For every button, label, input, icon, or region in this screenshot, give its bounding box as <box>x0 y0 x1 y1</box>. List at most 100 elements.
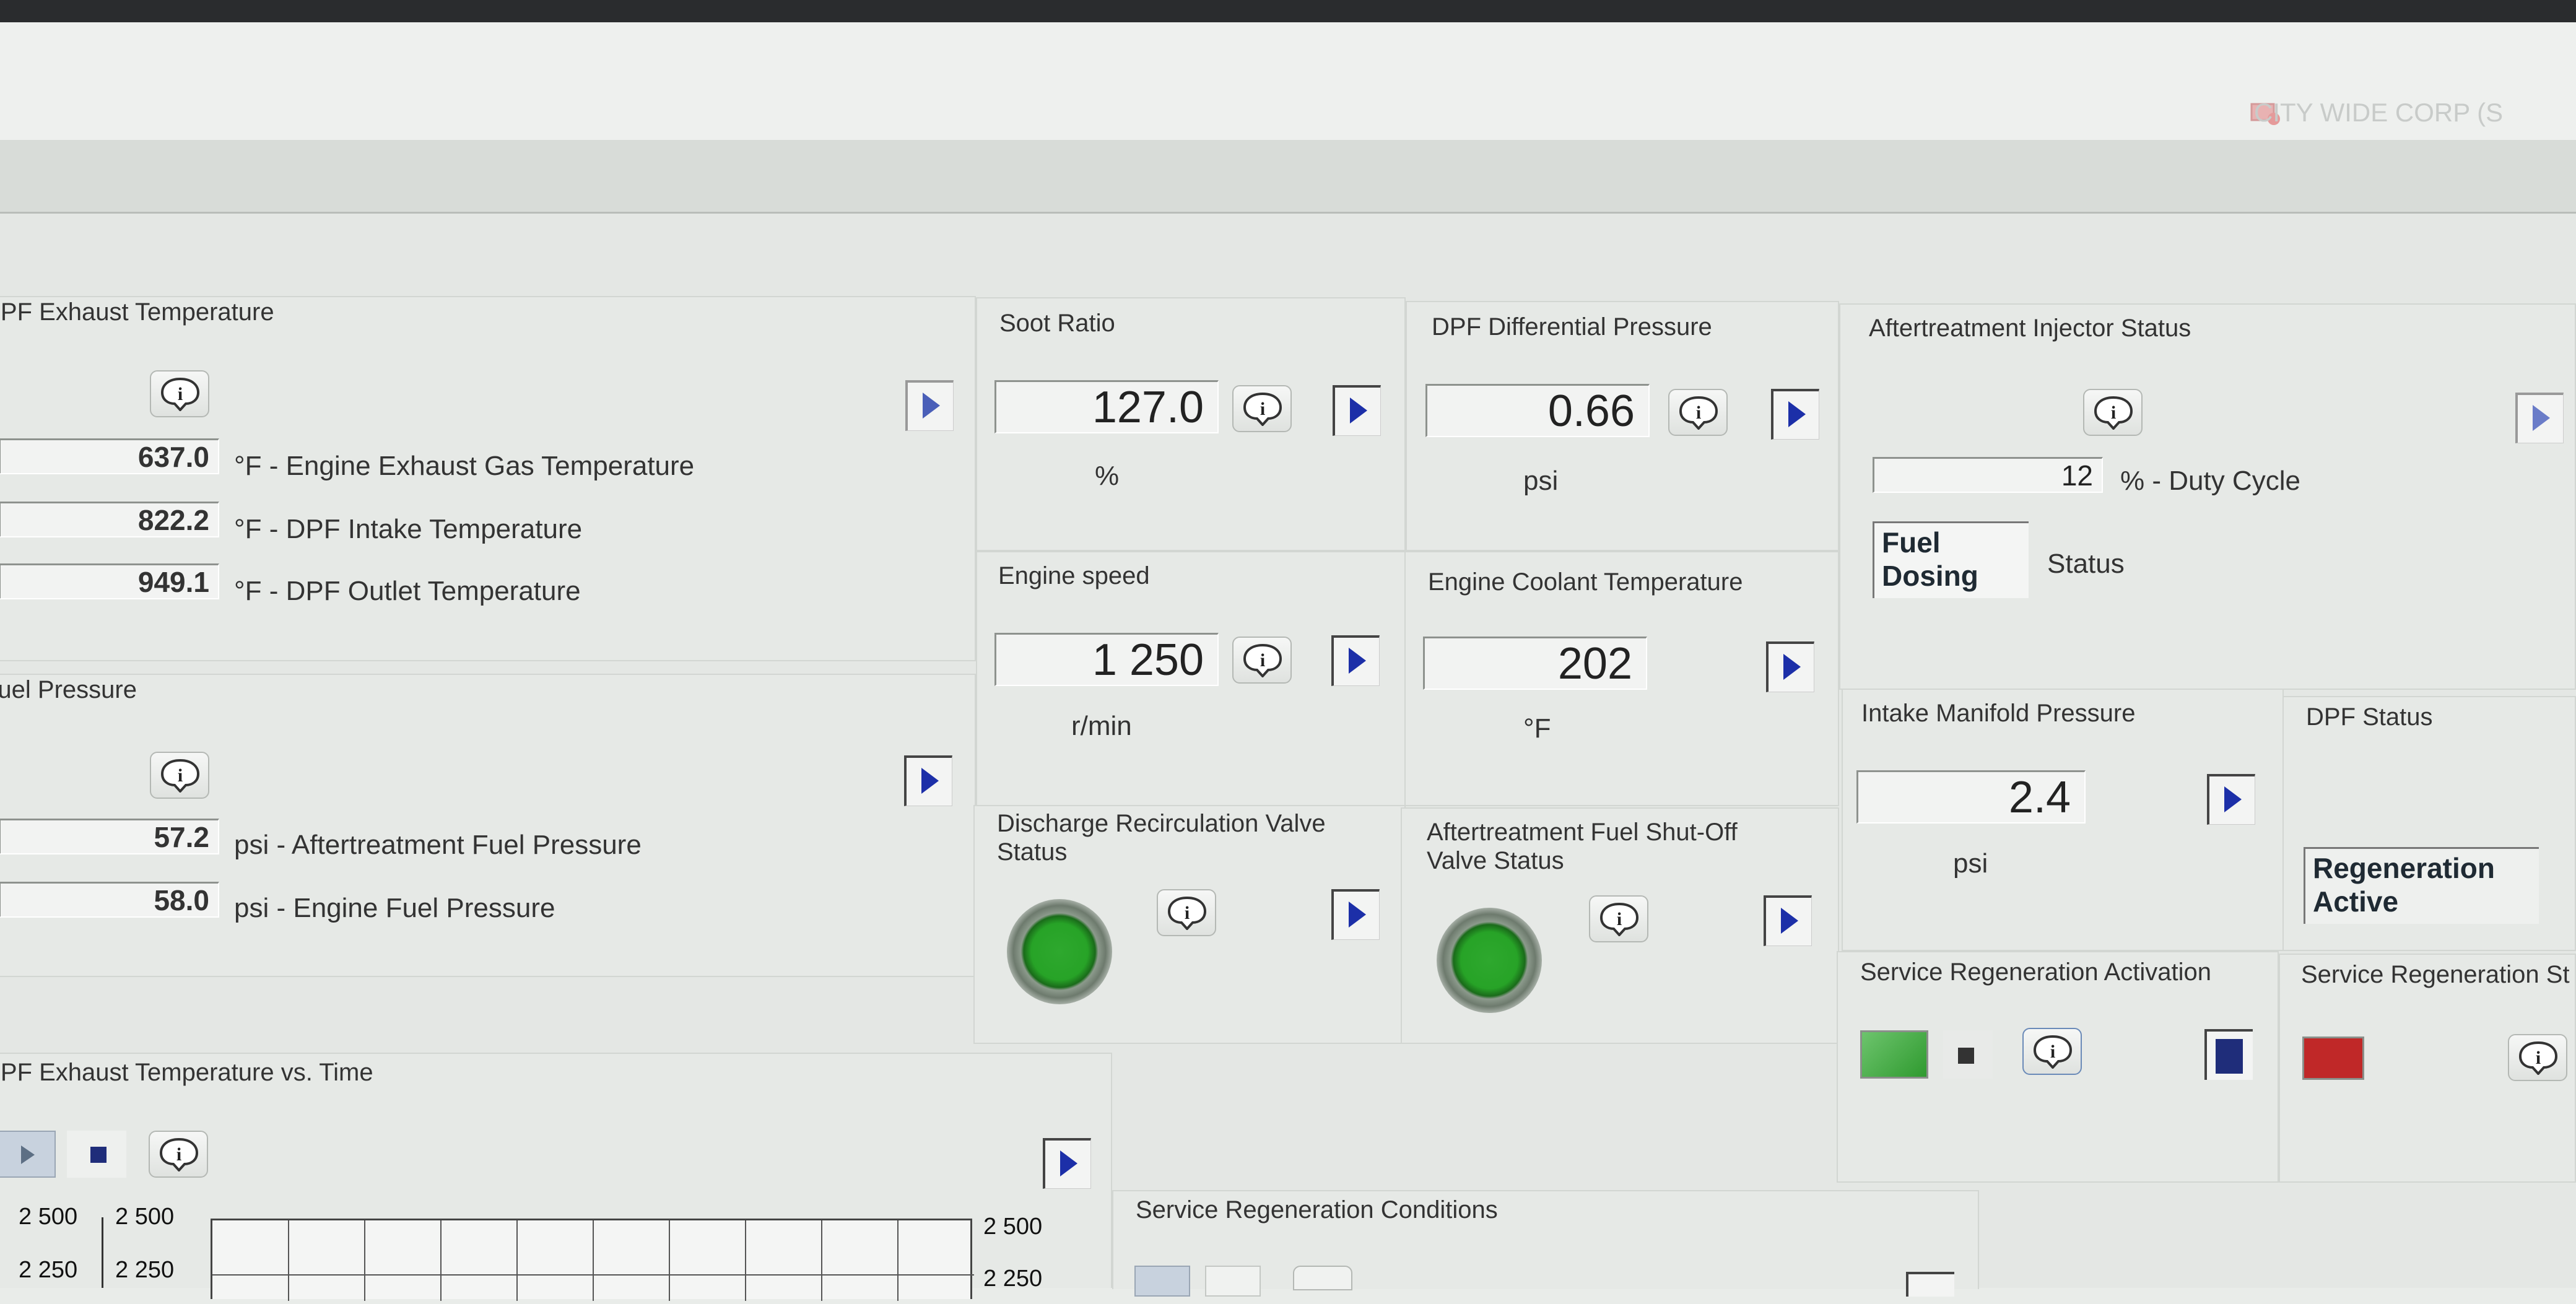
info-icon: i <box>2518 1041 2558 1075</box>
svg-text:i: i <box>1260 399 1265 419</box>
engine-speed-value: 1 250 <box>994 633 1219 686</box>
play-arrow-icon <box>1349 902 1366 928</box>
panel-title: DPF Status <box>2306 703 2433 731</box>
app-title-strip <box>0 22 2576 140</box>
panel-title: Service Regeneration Conditions <box>1136 1196 1498 1224</box>
exhaust-temp-chart-plot <box>211 1219 974 1301</box>
info-button[interactable]: i <box>1232 637 1292 684</box>
info-button[interactable]: i <box>1589 895 1648 942</box>
status-line1: Regeneration <box>2313 852 2495 884</box>
panel-title: DPF Differential Pressure <box>1432 313 1712 341</box>
coolant-temperature-unit: °F <box>1523 713 1551 744</box>
toolbar-strip <box>0 140 2576 214</box>
dpf-differential-pressure-panel: DPF Differential Pressure 0.66 i psi <box>1406 301 1839 551</box>
info-icon: i <box>160 377 200 411</box>
stop-button[interactable] <box>1943 1030 1993 1079</box>
status-line2: Dosing <box>1882 560 1978 592</box>
info-button[interactable] <box>1293 1266 1352 1290</box>
navigate-button[interactable] <box>1043 1138 1091 1189</box>
info-button[interactable]: i <box>2022 1028 2082 1075</box>
coolant-temperature-value: 202 <box>1423 637 1647 690</box>
engine-speed-unit: r/min <box>1071 711 1132 741</box>
info-button[interactable]: i <box>150 370 209 417</box>
stop-icon <box>90 1147 107 1163</box>
dpf-differential-pressure-unit: psi <box>1523 466 1559 496</box>
panel-title: Engine Coolant Temperature <box>1428 568 1743 596</box>
svg-text:i: i <box>178 765 183 786</box>
navigate-button[interactable] <box>1906 1272 1954 1297</box>
panel-title: Aftertreatment Injector Status <box>1869 315 2191 342</box>
aftertreatment-fuel-pressure-value: 57.2 <box>0 819 219 854</box>
conditions-button-2[interactable] <box>1205 1266 1261 1297</box>
coolant-temperature-panel: Engine Coolant Temperature 202 °F <box>1404 551 1839 806</box>
y-tick-right-1: 2 500 <box>983 1214 1043 1240</box>
play-arrow-icon <box>2224 786 2242 812</box>
play-arrow-icon <box>1781 908 1798 934</box>
panel-title: Soot Ratio <box>999 310 1115 337</box>
info-button[interactable]: i <box>1157 889 1216 936</box>
panel-title: DPF Exhaust Temperature vs. Time <box>0 1059 373 1086</box>
fuel-shutoff-valve-panel: Aftertreatment Fuel Shut-Off Valve Statu… <box>1401 807 1839 1044</box>
panel-title: Service Regeneration Activation <box>1860 958 2211 986</box>
play-icon <box>21 1145 35 1164</box>
info-icon: i <box>159 1137 199 1171</box>
play-arrow-icon <box>2533 405 2550 431</box>
play-arrow-icon <box>1783 654 1801 680</box>
navigate-button[interactable] <box>905 380 954 431</box>
intake-manifold-pressure-value: 2.4 <box>1856 770 2086 824</box>
y-tick-right-2: 2 250 <box>983 1266 1043 1292</box>
play-arrow-icon <box>1788 401 1806 427</box>
info-button[interactable]: i <box>1232 385 1292 432</box>
dpf-differential-pressure-value: 0.66 <box>1425 384 1650 437</box>
panel-title: DPF Exhaust Temperature <box>0 298 274 326</box>
navigate-button[interactable] <box>904 755 952 806</box>
play-button[interactable] <box>0 1131 56 1178</box>
navigate-button[interactable] <box>1771 389 1819 440</box>
navigate-button[interactable] <box>1331 889 1380 940</box>
y-tick-left-b-2: 2 250 <box>115 1257 175 1283</box>
info-icon: i <box>160 758 200 793</box>
discharge-valve-panel: Discharge Recirculation Valve Status i <box>973 805 1406 1044</box>
info-button[interactable]: i <box>150 752 209 799</box>
info-icon: i <box>1243 392 1282 426</box>
info-icon: i <box>1599 902 1639 936</box>
dpf-outlet-temp-value: 949.1 <box>0 563 219 599</box>
panel-title: Service Regeneration St <box>2301 961 2570 988</box>
info-button[interactable]: i <box>1668 389 1728 436</box>
status-label: Status <box>2047 549 2125 579</box>
info-button[interactable]: i <box>2508 1034 2567 1081</box>
start-regen-button[interactable] <box>1860 1030 1928 1079</box>
svg-text:i: i <box>176 1144 181 1165</box>
service-regen-status-panel: Service Regeneration St i <box>2279 954 2576 1183</box>
navigate-button[interactable] <box>1333 385 1381 436</box>
soot-ratio-value: 127.0 <box>994 380 1219 433</box>
y-tick-left-b-1: 2 500 <box>115 1204 175 1230</box>
injector-status-box: Fuel Dosing <box>1873 521 2029 598</box>
engine-fuel-pressure-label: psi - Engine Fuel Pressure <box>234 893 555 923</box>
navigate-button[interactable] <box>2515 393 2564 443</box>
panel-title: Fuel Pressure <box>0 676 137 703</box>
info-button[interactable]: i <box>2083 389 2143 436</box>
exhaust-gas-temp-label: °F - Engine Exhaust Gas Temperature <box>234 451 695 481</box>
panel-title-line1: Aftertreatment Fuel Shut-Off <box>1427 819 1738 846</box>
panel-title-line1: Discharge Recirculation Valve <box>997 810 1326 837</box>
conditions-button-1[interactable] <box>1134 1266 1190 1297</box>
navigate-button[interactable] <box>1766 641 1814 692</box>
panel-title-line2: Valve Status <box>1427 847 1564 874</box>
top-window-bar <box>0 0 2576 22</box>
navigate-button[interactable] <box>1764 895 1812 946</box>
navigate-button[interactable] <box>2207 774 2255 825</box>
stop-button[interactable] <box>67 1131 126 1178</box>
svg-text:i: i <box>1260 650 1265 671</box>
navigate-button[interactable] <box>1331 635 1380 686</box>
status-led <box>1437 908 1542 1013</box>
svg-text:i: i <box>1696 402 1701 423</box>
regen-stop-indicator[interactable] <box>2204 1029 2253 1080</box>
y-tick-left-a-1: 2 500 <box>19 1204 78 1230</box>
exhaust-gas-temp-value: 637.0 <box>0 438 219 474</box>
y-tick-left-a-2: 2 250 <box>19 1257 78 1283</box>
regen-status-indicator <box>2302 1037 2364 1080</box>
info-button[interactable]: i <box>149 1131 208 1178</box>
play-arrow-icon <box>1060 1150 1077 1176</box>
service-regen-conditions-panel: Service Regeneration Conditions <box>1112 1190 1979 1297</box>
